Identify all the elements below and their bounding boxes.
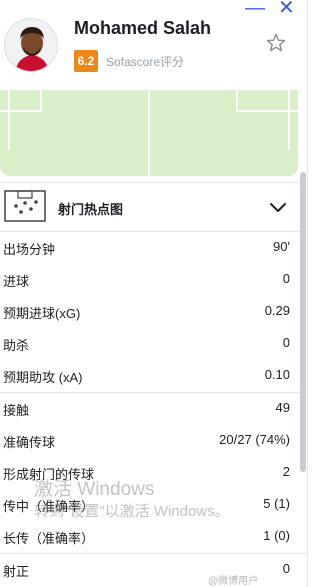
chevron-down-icon[interactable]: [268, 199, 288, 220]
stat-row-xg: 预期进球(xG) 0.29: [0, 295, 298, 327]
activation-watermark-hint: 转到"设置"以激活 Windows。: [34, 503, 230, 520]
shot-map-pitch: [0, 90, 298, 176]
stat-label: 进球: [3, 274, 30, 289]
window-side-gutter: [307, 0, 331, 587]
stat-row-xa: 预期助攻 (xA) 0.10: [0, 359, 298, 391]
player-name: Mohamed Salah: [74, 18, 212, 38]
stat-value: 5 (1): [263, 496, 290, 511]
stat-value: 0.10: [264, 367, 290, 382]
stat-row-goals: 进球 0: [0, 263, 298, 295]
stat-row-long-balls: 长传（准确率） 1 (0): [0, 520, 298, 552]
stat-value: 0: [282, 561, 290, 576]
divider: [0, 182, 307, 183]
scrollbar-thumb[interactable]: [300, 172, 306, 472]
weibo-watermark: @微博用户: [208, 576, 259, 587]
stat-label: 预期进球(xG): [3, 306, 81, 321]
stat-value: 49: [275, 400, 290, 415]
heatmap-label: 射门热点图: [58, 202, 124, 217]
player-avatar: [4, 18, 58, 72]
stat-value: 2: [282, 464, 290, 479]
stat-label: 长传（准确率）: [3, 531, 95, 546]
rating-badge: 6.2: [74, 50, 98, 72]
stat-row-touches: 接触 49: [0, 392, 298, 424]
stat-value: 20/27 (74%): [219, 432, 290, 447]
pitch-heatmap-icon: [4, 190, 46, 222]
stat-value: 1 (0): [263, 528, 290, 543]
player-stats-panel: — ✕ Mohamed Salah 6.2 Sofascore评分 射门热点图 …: [0, 0, 307, 587]
stat-value: 0: [282, 271, 290, 286]
stat-label: 预期助攻 (xA): [3, 370, 83, 385]
stat-row-accurate-passes: 准确传球 20/27 (74%): [0, 424, 298, 456]
stat-value: 90': [273, 239, 290, 254]
activation-watermark-title: 激活 Windows: [34, 479, 155, 500]
stat-label: 准确传球: [3, 435, 56, 450]
stat-row-assists: 助杀 0: [0, 327, 298, 359]
stat-label: 出场分钟: [3, 242, 56, 257]
close-icon[interactable]: ✕: [278, 0, 295, 18]
stat-label: 射正: [3, 564, 30, 579]
stat-row-minutes: 出场分钟 90': [0, 231, 298, 263]
stat-label: 助杀: [3, 338, 30, 353]
stat-value: 0.29: [264, 303, 290, 318]
minimize-icon[interactable]: —: [245, 0, 265, 18]
stat-value: 0: [282, 335, 290, 350]
stat-label: 接触: [3, 403, 30, 418]
favorite-star-icon[interactable]: [265, 32, 287, 59]
rating-source-label: Sofascore评分: [106, 55, 185, 69]
